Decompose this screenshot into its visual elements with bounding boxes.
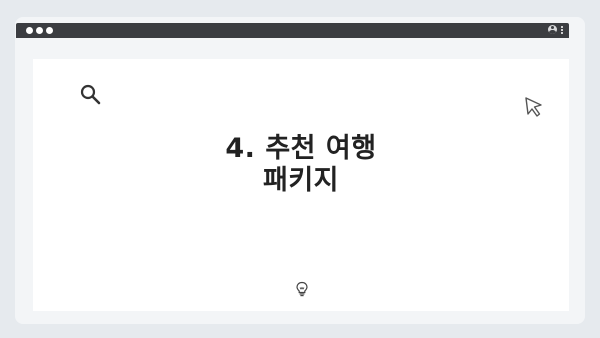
menu-dot — [561, 25, 563, 28]
profile-icon[interactable] — [548, 25, 557, 34]
search-icon[interactable] — [79, 83, 105, 105]
titlebar-actions — [548, 25, 563, 34]
lightbulb-icon — [296, 281, 308, 297]
window-controls — [26, 27, 53, 34]
window-titlebar — [16, 23, 569, 38]
close-button[interactable] — [26, 27, 33, 34]
menu-dot — [561, 28, 563, 31]
cursor-icon — [525, 97, 542, 117]
maximize-button[interactable] — [46, 27, 53, 34]
minimize-button[interactable] — [36, 27, 43, 34]
page-title: 4. 추천 여행 패키지 — [33, 133, 569, 197]
menu-dot — [561, 31, 563, 34]
page-title-line-1: 4. 추천 여행 — [225, 133, 377, 164]
page-title-line-2: 패키지 — [262, 165, 340, 196]
more-menu-icon[interactable] — [561, 25, 563, 34]
screen-background: 4. 추천 여행 패키지 — [0, 0, 600, 338]
page-content: 4. 추천 여행 패키지 — [33, 59, 569, 311]
